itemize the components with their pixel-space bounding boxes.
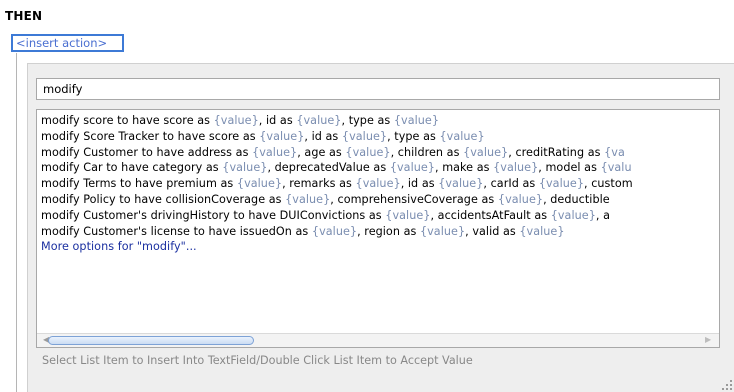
item-text: , accidentsAtFault as xyxy=(430,208,551,222)
value-placeholder: {value} xyxy=(438,177,484,191)
suggestion-item[interactable]: modify Customer to have address as {valu… xyxy=(41,145,633,161)
value-placeholder: {value} xyxy=(439,129,485,143)
item-text: , id as xyxy=(304,129,342,143)
suggestion-item[interactable]: modify Policy to have collisionCoverage … xyxy=(41,192,633,208)
item-text: modify Customer to have address as xyxy=(41,145,253,159)
item-text: , region as xyxy=(357,224,420,238)
status-hint: Select List Item to Insert Into TextFiel… xyxy=(42,354,473,367)
item-text: , deprecatedValue as xyxy=(267,161,390,175)
item-text: modify Score Tracker to have score as xyxy=(41,129,260,143)
item-text: , make as xyxy=(434,161,494,175)
item-text: , a xyxy=(595,208,610,222)
value-placeholder: {va xyxy=(604,145,625,159)
item-text: , type as xyxy=(341,114,394,127)
suggestion-item[interactable]: modify score to have score as {value}, i… xyxy=(41,113,633,129)
item-text: , valid as xyxy=(465,224,520,238)
value-placeholder: {value} xyxy=(341,129,388,143)
value-placeholder: {value} xyxy=(222,161,268,175)
value-placeholder: {value} xyxy=(550,208,596,222)
suggestion-item[interactable]: modify Car to have category as {value}, … xyxy=(41,160,633,176)
suggestion-item[interactable]: modify Terms to have premium as {value},… xyxy=(41,176,633,192)
value-placeholder: {value} xyxy=(385,208,431,222)
value-placeholder: {value} xyxy=(259,129,305,143)
value-placeholder: {value} xyxy=(311,224,358,238)
value-placeholder: {value} xyxy=(538,177,584,191)
value-placeholder: {valu xyxy=(600,161,632,175)
item-text: , type as xyxy=(387,129,440,143)
value-placeholder: {value} xyxy=(497,192,544,206)
scrollbar-thumb[interactable] xyxy=(48,336,254,345)
connector-line xyxy=(16,53,17,392)
value-placeholder: {value} xyxy=(393,114,440,127)
then-section-label: THEN xyxy=(5,9,43,23)
item-text: , age as xyxy=(297,145,346,159)
action-picker-popup: modify score to have score as {value}, i… xyxy=(27,63,734,392)
item-text: , comprehensiveCoverage as xyxy=(330,192,498,206)
suggestion-list[interactable]: modify score to have score as {value}, i… xyxy=(36,109,720,348)
value-placeholder: {value} xyxy=(419,224,466,238)
horizontal-scrollbar[interactable]: ◀ ▶ xyxy=(37,333,719,347)
item-text: , children as xyxy=(390,145,464,159)
suggestion-item[interactable]: modify Customer's license to have issued… xyxy=(41,224,633,240)
value-placeholder: {value} xyxy=(213,114,259,127)
value-placeholder: {value} xyxy=(519,224,565,238)
value-placeholder: {value} xyxy=(296,114,342,127)
item-text: , custom xyxy=(584,177,633,191)
item-text: , remarks as xyxy=(282,177,356,191)
resize-grip-icon[interactable] xyxy=(722,380,732,390)
suggestion-item[interactable]: modify Customer's drivingHistory to have… xyxy=(41,208,633,224)
value-placeholder: {value} xyxy=(252,145,298,159)
value-placeholder: {value} xyxy=(463,145,509,159)
item-text: modify Customer's drivingHistory to have… xyxy=(41,208,386,222)
insert-action-link[interactable]: <insert action> xyxy=(11,34,124,52)
item-text: , deductible xyxy=(543,192,610,206)
item-text: , carId as xyxy=(483,177,539,191)
item-text: modify Car to have category as xyxy=(41,161,223,175)
value-placeholder: {value} xyxy=(355,177,401,191)
suggestion-item[interactable]: modify Score Tracker to have score as {v… xyxy=(41,129,633,145)
value-placeholder: {value} xyxy=(236,177,283,191)
item-text: modify Policy to have collisionCoverage … xyxy=(41,192,286,206)
item-text: , model as xyxy=(538,161,601,175)
value-placeholder: {value} xyxy=(389,161,435,175)
search-input[interactable] xyxy=(36,78,720,100)
item-text: modify score to have score as xyxy=(41,114,214,127)
item-text: , id as xyxy=(258,114,297,127)
item-text: , creditRating as xyxy=(508,145,605,159)
more-options-link[interactable]: More options for "modify"... xyxy=(41,239,633,255)
item-text: , id as xyxy=(400,177,439,191)
item-text: modify Customer's license to have issued… xyxy=(41,224,312,238)
value-placeholder: {value} xyxy=(493,161,539,175)
suggestion-items: modify score to have score as {value}, i… xyxy=(41,113,633,255)
value-placeholder: {value} xyxy=(285,192,331,206)
value-placeholder: {value} xyxy=(345,145,391,159)
item-text: modify Terms to have premium as xyxy=(41,177,237,191)
scroll-right-icon[interactable]: ▶ xyxy=(705,335,713,345)
